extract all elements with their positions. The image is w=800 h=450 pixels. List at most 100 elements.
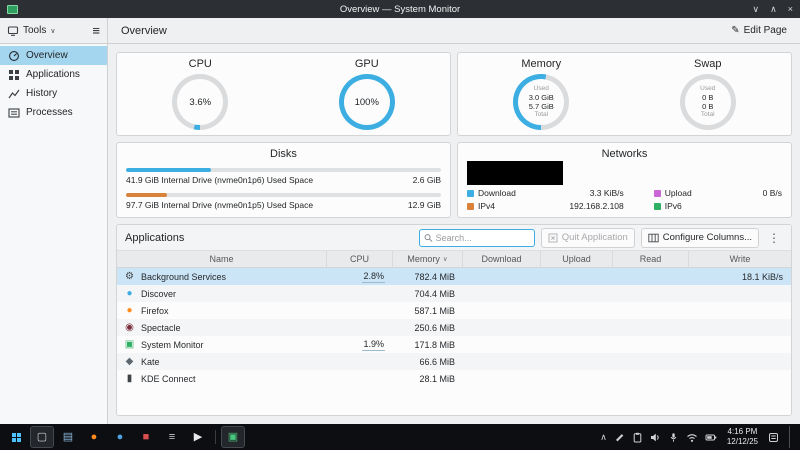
column-header-name[interactable]: Name bbox=[117, 251, 327, 267]
memory-used-label: Used bbox=[533, 84, 549, 92]
table-row[interactable]: ● Discover 704.4 MiB bbox=[117, 285, 791, 302]
swap-used-value: 0 B bbox=[702, 92, 714, 102]
upload-cell bbox=[541, 353, 613, 370]
wifi-icon[interactable] bbox=[686, 432, 698, 443]
upload-cell bbox=[541, 370, 613, 387]
stylus-icon[interactable] bbox=[614, 432, 625, 443]
table-row[interactable]: ● Firefox 587.1 MiB bbox=[117, 302, 791, 319]
battery-icon[interactable] bbox=[705, 432, 717, 443]
disk-item: 41.9 GiB Internal Drive (nvme0n1p6) Used… bbox=[126, 168, 441, 185]
cpu-cell: 2.8% bbox=[362, 270, 385, 283]
edit-page-label: Edit Page bbox=[743, 25, 787, 36]
tray-expand-icon[interactable]: ∧ bbox=[600, 432, 607, 443]
close-button[interactable]: × bbox=[788, 0, 793, 18]
edit-page-button[interactable]: ✎ Edit Page bbox=[731, 25, 787, 36]
window-titlebar[interactable]: Overview — System Monitor ∨ ∧ × bbox=[0, 0, 800, 18]
page-title: Overview bbox=[121, 24, 167, 37]
clock-date: 12/12/25 bbox=[726, 437, 758, 446]
cpu-cell bbox=[327, 353, 393, 370]
app-name: Background Services bbox=[141, 271, 227, 282]
system-monitor-app-icon bbox=[7, 4, 18, 14]
table-row[interactable]: ▣ System Monitor 1.9% 171.8 MiB bbox=[117, 336, 791, 353]
upload-cell bbox=[541, 319, 613, 336]
column-header-cpu[interactable]: CPU bbox=[327, 251, 393, 267]
legend-label: Upload bbox=[664, 188, 692, 198]
start-menu-button[interactable] bbox=[4, 426, 28, 448]
ide-icon: ■ bbox=[142, 430, 150, 443]
column-header-download[interactable]: Download bbox=[463, 251, 541, 267]
taskbar-ide-button[interactable]: ■ bbox=[134, 426, 158, 448]
memory-gauge: Memory Used 3.0 GiB 5.7 GiB Total bbox=[458, 53, 625, 135]
legend-item-ipv6: IPv6 bbox=[653, 201, 782, 211]
sidebar-item-label: History bbox=[26, 88, 58, 99]
disk-used-value: 12.9 GiB bbox=[407, 200, 441, 210]
swap-gauge-title: Swap bbox=[693, 58, 722, 70]
legend-value: 3.3 KiB/s bbox=[589, 188, 624, 198]
sidebar-item-history[interactable]: History bbox=[0, 84, 107, 103]
taskbar-system-monitor-button[interactable]: ▣ bbox=[221, 426, 245, 448]
table-empty-area bbox=[117, 387, 791, 415]
column-header-read[interactable]: Read bbox=[613, 251, 689, 267]
taskbar-browser-button[interactable]: ● bbox=[108, 426, 132, 448]
column-header-memory[interactable]: Memory ∨ bbox=[393, 251, 463, 267]
table-row[interactable]: ⚙ Background Services 2.8% 782.4 MiB 18.1… bbox=[117, 268, 791, 285]
microphone-icon[interactable] bbox=[668, 432, 679, 443]
applications-toolbar: Applications Quit Application Configure … bbox=[117, 225, 791, 251]
quit-application-button[interactable]: Quit Application bbox=[540, 227, 635, 248]
name-cell: ◆ Kate bbox=[117, 353, 327, 370]
gauges-row: CPU 3.6% GPU 100% Memory Used 3.0 GiB 5.… bbox=[116, 52, 792, 136]
sidebar-item-overview[interactable]: Overview bbox=[0, 46, 107, 65]
read-cell bbox=[613, 353, 689, 370]
notes-icon: ≡ bbox=[168, 430, 176, 443]
column-header-write[interactable]: Write bbox=[689, 251, 791, 267]
table-row[interactable]: ▮ KDE Connect 28.1 MiB bbox=[117, 370, 791, 387]
system-monitor-app-icon: ▣ bbox=[124, 339, 135, 350]
clock[interactable]: 4:16 PM 12/12/25 bbox=[727, 427, 758, 447]
memory-used-value: 3.0 GiB bbox=[528, 92, 554, 102]
download-cell bbox=[463, 285, 541, 302]
download-cell bbox=[463, 302, 541, 319]
taskbar-media-player-button[interactable]: ▶ bbox=[186, 426, 210, 448]
volume-icon[interactable] bbox=[650, 432, 661, 443]
read-cell bbox=[613, 370, 689, 387]
applications-section-title: Applications bbox=[125, 231, 185, 244]
disks-card: Disks 41.9 GiB Internal Drive (nvme0n1p6… bbox=[116, 142, 451, 218]
taskbar-firefox-button[interactable]: ● bbox=[82, 426, 106, 448]
taskbar-file-manager-button[interactable]: ▤ bbox=[56, 426, 80, 448]
cpu-gauge-value: 3.6% bbox=[189, 96, 212, 108]
app-header: Tools ∨ ≡ Overview ✎ Edit Page bbox=[0, 18, 800, 44]
taskbar-notes-button[interactable]: ≡ bbox=[160, 426, 184, 448]
upload-cell bbox=[541, 336, 613, 353]
minimize-button[interactable]: ∨ bbox=[753, 0, 760, 18]
sidebar-item-processes[interactable]: Processes bbox=[0, 103, 107, 122]
clipboard-icon[interactable] bbox=[632, 432, 643, 443]
table-row[interactable]: ◉ Spectacle 250.6 MiB bbox=[117, 319, 791, 336]
show-desktop-button[interactable] bbox=[789, 426, 793, 448]
overflow-menu-button[interactable]: ⋮ bbox=[765, 231, 783, 245]
configure-columns-button[interactable]: Configure Columns... bbox=[640, 227, 759, 248]
write-cell bbox=[689, 285, 791, 302]
name-cell: ● Firefox bbox=[117, 302, 327, 319]
disk-label: 97.7 GiB Internal Drive (nvme0n1p5) Used… bbox=[126, 200, 314, 210]
download-cell bbox=[463, 353, 541, 370]
taskbar: ▢ ▤ ● ● ■ ≡ ▶ ▣ ∧ 4:16 PM 12/12/25 bbox=[0, 424, 800, 450]
memory-gauge-title: Memory bbox=[521, 58, 562, 70]
search-input[interactable] bbox=[435, 232, 530, 243]
file-manager-icon: ▤ bbox=[62, 430, 74, 443]
sidebar-item-applications[interactable]: Applications bbox=[0, 65, 107, 84]
maximize-button[interactable]: ∧ bbox=[770, 0, 777, 18]
hamburger-menu-button[interactable]: ≡ bbox=[92, 23, 100, 38]
column-header-upload[interactable]: Upload bbox=[541, 251, 613, 267]
tools-menu-button[interactable]: Tools ∨ bbox=[7, 25, 88, 37]
search-field[interactable] bbox=[418, 228, 535, 247]
applications-card: Applications Quit Application Configure … bbox=[116, 224, 792, 416]
disk-bar-fill bbox=[126, 168, 212, 172]
cpu-gauge-ring: 3.6% bbox=[172, 74, 229, 130]
table-row[interactable]: ◆ Kate 66.6 MiB bbox=[117, 353, 791, 370]
taskbar-task-view-button[interactable]: ▢ bbox=[30, 426, 54, 448]
table-header: Name CPU Memory ∨ Download Upload Read Wr… bbox=[117, 251, 791, 268]
quit-icon bbox=[548, 233, 558, 242]
notifications-icon[interactable] bbox=[768, 432, 779, 443]
legend-item-download: Download 3.3 KiB/s bbox=[467, 188, 624, 198]
sidebar-item-label: Processes bbox=[26, 107, 73, 118]
